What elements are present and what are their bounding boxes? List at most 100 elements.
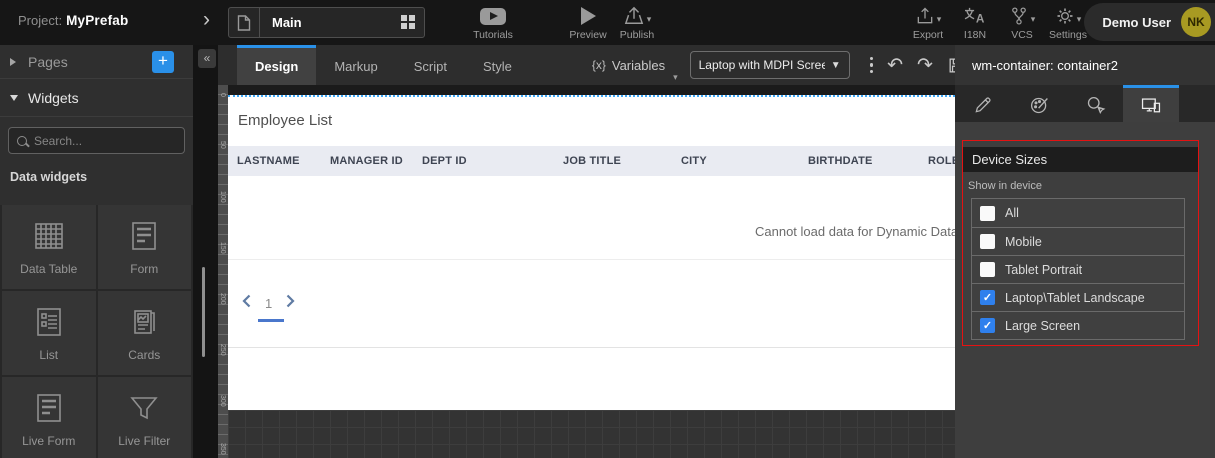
widget-label: Cards bbox=[128, 348, 160, 362]
properties-panel: wm-container: container2 bbox=[955, 45, 1215, 458]
project-expand-chevron-icon[interactable]: › bbox=[203, 8, 210, 32]
widget-tile-form[interactable]: Form bbox=[98, 205, 192, 289]
widget-tile-live-form[interactable]: Live Form bbox=[2, 377, 96, 458]
column-header[interactable]: DEPT ID bbox=[413, 146, 554, 176]
more-options-button[interactable] bbox=[870, 57, 874, 74]
tab-properties[interactable] bbox=[955, 85, 1011, 122]
ruler-mark: 250 bbox=[219, 344, 226, 356]
tutorials-label: Tutorials bbox=[462, 29, 524, 41]
live-filter-icon bbox=[127, 391, 161, 425]
column-header[interactable]: LASTNAME bbox=[228, 146, 321, 176]
widget-tile-cards[interactable]: Cards bbox=[98, 291, 192, 375]
widget-tile-data-table[interactable]: Data Table bbox=[2, 205, 96, 289]
tab-device-sizes[interactable] bbox=[1123, 85, 1179, 122]
device-option-label: Laptop\Tablet Landscape bbox=[1005, 291, 1145, 305]
ruler-mark: 150 bbox=[219, 242, 226, 254]
search-input[interactable] bbox=[34, 134, 176, 148]
next-page-button[interactable] bbox=[286, 294, 295, 313]
column-header[interactable]: CITY bbox=[672, 146, 799, 176]
project-title: Project:MyPrefab bbox=[18, 13, 128, 28]
avatar: NK bbox=[1181, 7, 1211, 37]
vertical-ruler: 0 50 100 150 200 250 300 350 bbox=[218, 85, 228, 458]
ruler-mark: 0 bbox=[219, 93, 226, 97]
i18n-translate-icon: A bbox=[963, 6, 987, 26]
current-page-number: 1 bbox=[265, 296, 272, 311]
device-option-label: All bbox=[1005, 206, 1019, 220]
previous-page-button[interactable] bbox=[242, 294, 251, 313]
settings-chevron-icon: ▾ bbox=[1077, 14, 1082, 27]
device-option-label: Tablet Portrait bbox=[1005, 263, 1082, 277]
device-option-large-screen[interactable]: Large Screen bbox=[972, 311, 1184, 339]
canvas-grid-background bbox=[228, 410, 955, 458]
user-menu[interactable]: Demo User NK bbox=[1084, 3, 1215, 41]
collapse-sidebar-button[interactable]: « bbox=[198, 49, 216, 68]
tab-events[interactable] bbox=[1067, 85, 1123, 122]
widget-palette: Data Table Form List bbox=[0, 205, 193, 458]
datatable-empty-message: Cannot load data for Dynamic Datatable. bbox=[755, 224, 955, 239]
datatable-title: Employee List bbox=[238, 112, 332, 129]
device-option-all[interactable]: All bbox=[972, 199, 1184, 227]
tab-styles[interactable] bbox=[1011, 85, 1067, 122]
export-chevron-icon: ▾ bbox=[937, 14, 942, 27]
pages-collapsed-arrow-icon bbox=[10, 58, 16, 66]
user-name: Demo User bbox=[1102, 15, 1171, 30]
variables-button[interactable]: {x} Variables ▾ bbox=[592, 45, 678, 85]
active-page-underline bbox=[258, 319, 284, 322]
publish-button[interactable]: ▾ Publish bbox=[606, 5, 668, 41]
ruler-mark: 200 bbox=[219, 293, 226, 305]
widget-search[interactable] bbox=[8, 127, 185, 154]
design-workarea: Design Markup Script Style {x} Variables… bbox=[218, 45, 955, 458]
redo-button[interactable]: ↷ bbox=[917, 54, 933, 77]
project-label: Project: bbox=[18, 13, 62, 28]
vcs-chevron-icon: ▾ bbox=[1031, 14, 1036, 27]
table-body-divider bbox=[228, 259, 955, 260]
panel-tabs bbox=[955, 85, 1215, 122]
variables-label: Variables bbox=[612, 58, 665, 73]
widget-label: Form bbox=[130, 262, 158, 276]
checkbox[interactable] bbox=[980, 262, 995, 277]
select-chevron-down-icon: ▼ bbox=[831, 60, 841, 71]
pagination: 1 bbox=[242, 294, 295, 313]
variables-icon: {x} bbox=[592, 58, 606, 72]
widgets-label: Widgets bbox=[28, 90, 79, 106]
tutorials-button[interactable]: Tutorials bbox=[462, 5, 524, 41]
checkbox[interactable] bbox=[980, 206, 995, 221]
device-option-label: Large Screen bbox=[1005, 319, 1080, 333]
undo-button[interactable]: ↶ bbox=[887, 54, 903, 77]
tab-style[interactable]: Style bbox=[465, 45, 530, 85]
tab-script[interactable]: Script bbox=[396, 45, 465, 85]
sidebar-section-pages[interactable]: Pages + bbox=[0, 45, 193, 79]
widget-group-label: Data widgets bbox=[10, 170, 193, 184]
vcs-branch-icon bbox=[1009, 6, 1029, 26]
page-tab-main[interactable]: Main bbox=[228, 7, 425, 38]
widget-tile-live-filter[interactable]: Live Filter bbox=[98, 377, 192, 458]
column-header[interactable]: MANAGER ID bbox=[321, 146, 413, 176]
cards-icon bbox=[127, 305, 161, 339]
sidebar-scrollbar[interactable] bbox=[202, 267, 205, 357]
pages-grid-icon[interactable] bbox=[401, 15, 416, 30]
column-header[interactable]: BIRTHDATE bbox=[799, 146, 919, 176]
column-header[interactable]: JOB TITLE bbox=[554, 146, 672, 176]
add-page-button[interactable]: + bbox=[152, 51, 174, 73]
device-option-label: Mobile bbox=[1005, 235, 1042, 249]
device-option-tablet-portrait[interactable]: Tablet Portrait bbox=[972, 255, 1184, 283]
widgets-expanded-arrow-icon bbox=[10, 95, 18, 101]
checkbox[interactable] bbox=[980, 290, 995, 305]
widget-label: Live Filter bbox=[118, 434, 170, 448]
widget-tile-list[interactable]: List bbox=[2, 291, 96, 375]
device-option-mobile[interactable]: Mobile bbox=[972, 227, 1184, 255]
column-header[interactable]: ROLE bbox=[919, 146, 955, 176]
device-sizes-section-header: Device Sizes bbox=[963, 147, 1198, 172]
canvas-zone: 0 50 100 150 200 250 300 350 Employee Li… bbox=[218, 85, 955, 458]
tab-markup[interactable]: Markup bbox=[316, 45, 395, 85]
device-preview-select[interactable]: Laptop with MDPI Screen ▼ bbox=[690, 51, 850, 79]
tab-design[interactable]: Design bbox=[237, 45, 316, 85]
ruler-mark: 50 bbox=[219, 141, 226, 149]
checkbox[interactable] bbox=[980, 318, 995, 333]
sidebar-section-widgets[interactable]: Widgets bbox=[0, 79, 193, 117]
selected-container-canvas[interactable]: Employee List LASTNAME MANAGER ID DEPT I… bbox=[228, 95, 955, 410]
device-option-laptop-tablet-landscape[interactable]: Laptop\Tablet Landscape bbox=[972, 283, 1184, 311]
checkbox[interactable] bbox=[980, 234, 995, 249]
datatable-header-row: LASTNAME MANAGER ID DEPT ID JOB TITLE CI… bbox=[228, 146, 955, 176]
list-icon bbox=[32, 305, 66, 339]
